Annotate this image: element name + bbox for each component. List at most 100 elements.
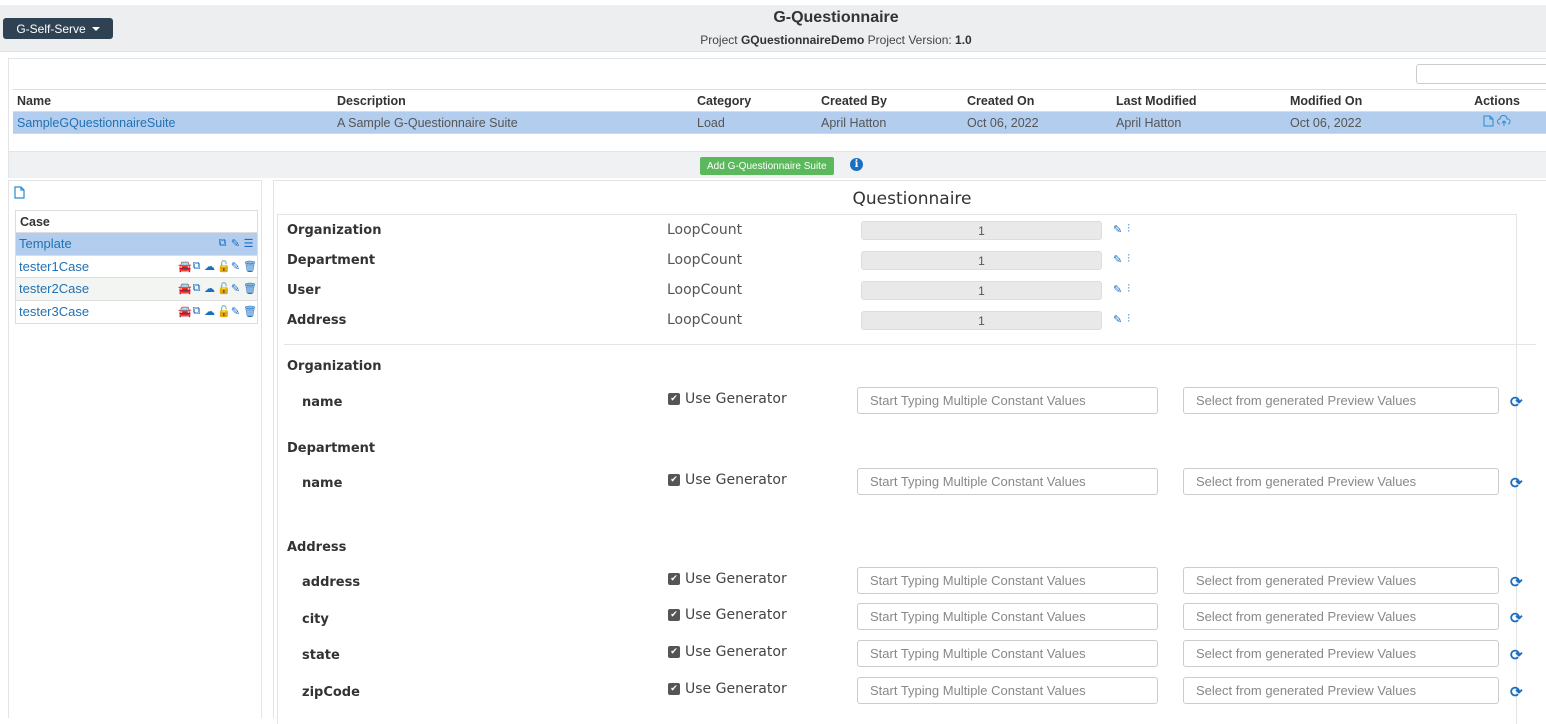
cloud-upload-icon[interactable]: ☁ (204, 260, 215, 273)
use-generator-checkbox[interactable]: ✔ Use Generator (668, 571, 787, 587)
file-icon[interactable] (1483, 115, 1494, 127)
field-label: name (302, 476, 343, 491)
car-icon[interactable]: 🚘 (178, 282, 192, 295)
sliders-icon[interactable]: ⫶ (1127, 223, 1130, 236)
unlock-icon[interactable]: 🔓 (217, 260, 231, 273)
preview-values-select[interactable]: Select from generated Preview Values (1183, 567, 1499, 594)
case-item-tester1[interactable]: tester1Case 🚘 ⧉ ☁ 🔓 ✎ 🗑 (16, 256, 257, 278)
info-icon[interactable]: i (850, 158, 863, 171)
checkbox-checked-icon: ✔ (668, 393, 680, 405)
constant-values-input[interactable]: Start Typing Multiple Constant Values (857, 640, 1158, 667)
copy-icon[interactable]: ⧉ (191, 260, 202, 273)
questionnaire-body: Organization LoopCount 1 ✎ ⫶ Department L… (277, 214, 1536, 724)
cloud-upload-icon[interactable] (1497, 115, 1511, 127)
unlock-icon[interactable]: 🔓 (217, 305, 231, 318)
cloud-upload-icon[interactable]: ☁ (204, 305, 215, 318)
copy-icon[interactable]: ⧉ (191, 305, 202, 318)
loop-row-label: Department (287, 253, 376, 268)
sliders-icon[interactable]: ⫶ (1127, 283, 1130, 296)
sliders-icon[interactable]: ⫶ (1127, 253, 1130, 266)
top-header: G-Self-Serve G-Questionnaire Project GQu… (0, 5, 1546, 52)
list-icon[interactable]: ☰ (243, 237, 254, 250)
field-label: zipCode (302, 685, 360, 700)
use-generator-label: Use Generator (685, 472, 787, 488)
case-item-label: tester2Case (19, 281, 90, 297)
loop-count-input[interactable]: 1 (861, 281, 1102, 300)
suite-actions (1441, 111, 1546, 134)
constant-values-input[interactable]: Start Typing Multiple Constant Values (857, 387, 1158, 414)
copy-icon[interactable]: ⧉ (217, 237, 228, 250)
refresh-icon[interactable]: ⟳ (1510, 474, 1523, 492)
project-prefix: Project (700, 33, 738, 47)
column-header-last-modified[interactable]: Last Modified (1112, 89, 1286, 112)
suite-table: Name Description Category Created By Cre… (13, 89, 1546, 134)
column-header-created-by[interactable]: Created By (817, 89, 963, 112)
checkbox-checked-icon: ✔ (668, 683, 680, 695)
preview-values-select[interactable]: Select from generated Preview Values (1183, 603, 1499, 630)
case-item-template[interactable]: Template ⧉ ✎ ☰ (16, 233, 257, 256)
pencil-icon[interactable]: ✎ (230, 305, 241, 318)
loop-count-input[interactable]: 1 (861, 251, 1102, 270)
constant-values-input[interactable]: Start Typing Multiple Constant Values (857, 603, 1158, 630)
pencil-icon[interactable]: ✎ (1113, 283, 1122, 296)
suite-search-input[interactable] (1416, 64, 1546, 84)
suite-created-on: Oct 06, 2022 (963, 111, 1112, 134)
sliders-icon[interactable]: ⫶ (1127, 313, 1130, 326)
suite-name-link[interactable]: SampleGQuestionnaireSuite (13, 111, 333, 134)
column-header-description[interactable]: Description (333, 89, 693, 112)
column-header-name[interactable]: Name (13, 89, 333, 112)
pencil-icon[interactable]: ✎ (1113, 313, 1122, 326)
checkbox-checked-icon: ✔ (668, 609, 680, 621)
loop-row-name: LoopCount (667, 282, 743, 298)
constant-values-input[interactable]: Start Typing Multiple Constant Values (857, 677, 1158, 704)
pencil-icon[interactable]: ✎ (1113, 253, 1122, 266)
trash-icon[interactable]: 🗑 (243, 260, 257, 273)
loop-row-actions: ✎ ⫶ (1113, 283, 1130, 296)
project-info: Project GQuestionnaireDemo Project Versi… (0, 33, 1546, 47)
use-generator-checkbox[interactable]: ✔ Use Generator (668, 472, 787, 488)
column-header-category[interactable]: Category (693, 89, 817, 112)
refresh-icon[interactable]: ⟳ (1510, 683, 1523, 701)
refresh-icon[interactable]: ⟳ (1510, 646, 1523, 664)
section-title-organization: Organization (287, 359, 382, 374)
add-suite-button[interactable]: Add G-Questionnaire Suite (700, 157, 834, 175)
preview-values-select[interactable]: Select from generated Preview Values (1183, 640, 1499, 667)
pencil-icon[interactable]: ✎ (1113, 223, 1122, 236)
pencil-icon[interactable]: ✎ (230, 282, 241, 295)
cloud-upload-icon[interactable]: ☁ (204, 282, 215, 295)
loop-count-input[interactable]: 1 (861, 221, 1102, 240)
pencil-icon[interactable]: ✎ (230, 260, 241, 273)
preview-values-select[interactable]: Select from generated Preview Values (1183, 468, 1499, 495)
case-item-tester3[interactable]: tester3Case 🚘 ⧉ ☁ 🔓 ✎ 🗑 (16, 301, 257, 324)
car-icon[interactable]: 🚘 (178, 260, 192, 273)
app-title: G-Questionnaire (773, 9, 899, 26)
suite-modified-on: Oct 06, 2022 (1286, 111, 1441, 134)
table-row[interactable]: SampleGQuestionnaireSuite A Sample G-Que… (13, 111, 1546, 134)
project-name: GQuestionnaireDemo (740, 33, 865, 47)
constant-values-input[interactable]: Start Typing Multiple Constant Values (857, 468, 1158, 495)
loop-count-input[interactable]: 1 (861, 311, 1102, 330)
trash-icon[interactable]: 🗑 (243, 305, 257, 318)
unlock-icon[interactable]: 🔓 (217, 282, 231, 295)
preview-values-select[interactable]: Select from generated Preview Values (1183, 387, 1499, 414)
case-item-tester2[interactable]: tester2Case 🚘 ⧉ ☁ 🔓 ✎ 🗑 (16, 278, 257, 301)
refresh-icon[interactable]: ⟳ (1510, 573, 1523, 591)
use-generator-checkbox[interactable]: ✔ Use Generator (668, 644, 787, 660)
copy-icon[interactable]: ⧉ (191, 282, 202, 295)
section-title-department: Department (287, 441, 376, 456)
refresh-icon[interactable]: ⟳ (1510, 393, 1523, 411)
refresh-icon[interactable]: ⟳ (1510, 609, 1523, 627)
constant-values-input[interactable]: Start Typing Multiple Constant Values (857, 567, 1158, 594)
pencil-icon[interactable]: ✎ (230, 237, 241, 250)
preview-values-select[interactable]: Select from generated Preview Values (1183, 677, 1499, 704)
use-generator-label: Use Generator (685, 571, 787, 587)
column-header-created-on[interactable]: Created On (963, 89, 1112, 112)
use-generator-checkbox[interactable]: ✔ Use Generator (668, 607, 787, 623)
new-file-icon[interactable] (14, 186, 25, 199)
car-icon[interactable]: 🚘 (178, 305, 192, 318)
use-generator-checkbox[interactable]: ✔ Use Generator (668, 391, 787, 407)
use-generator-checkbox[interactable]: ✔ Use Generator (668, 681, 787, 697)
checkbox-checked-icon: ✔ (668, 646, 680, 658)
trash-icon[interactable]: 🗑 (243, 282, 257, 295)
column-header-modified-on[interactable]: Modified On (1286, 89, 1441, 112)
